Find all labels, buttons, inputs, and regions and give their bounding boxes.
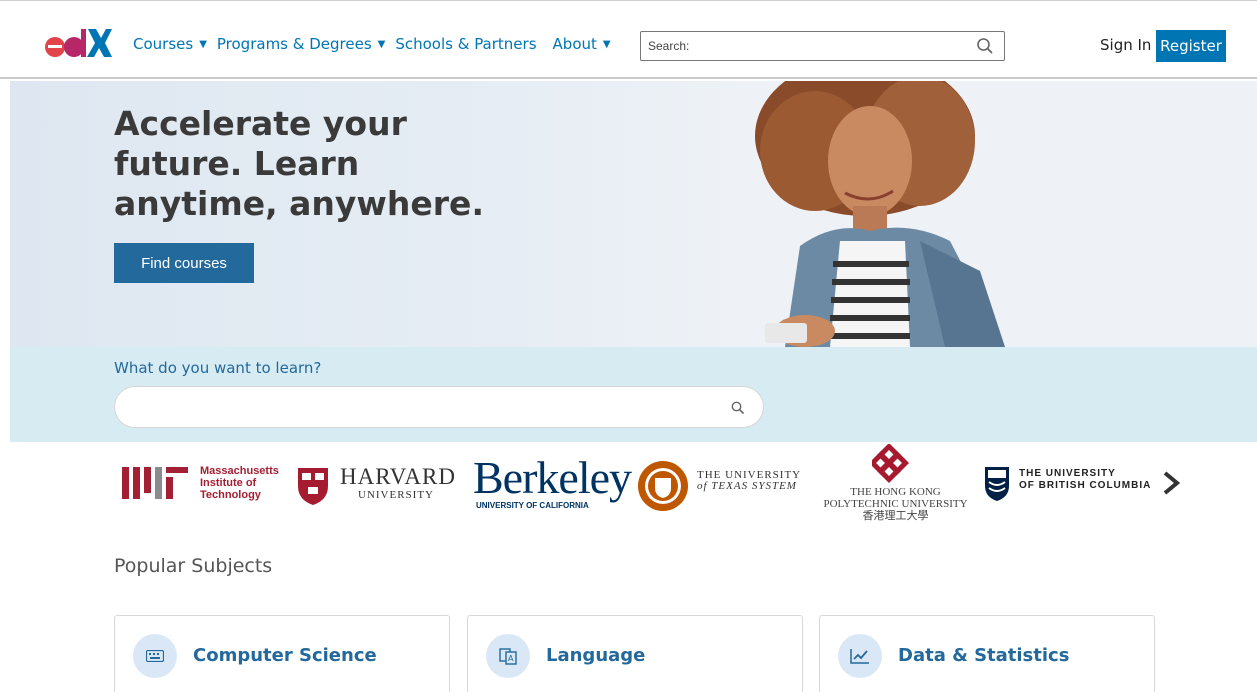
hero-banner: Accelerate your future. Learn anytime, a… <box>10 81 1257 347</box>
caret-down-icon: ▼ <box>199 38 207 50</box>
hero-photo <box>755 81 1005 347</box>
learn-search-field <box>114 386 764 428</box>
nav-schools-partners[interactable]: Schools & Partners <box>395 35 536 53</box>
harvard-shield-icon[interactable] <box>296 466 330 506</box>
svg-text:A: A <box>508 654 514 663</box>
nav-schools-label: Schools & Partners <box>395 35 537 53</box>
learn-search-label: What do you want to learn? <box>114 359 322 377</box>
translate-icon: A <box>486 634 530 678</box>
subject-card-language[interactable]: A Language <box>467 615 803 692</box>
ubc-shield-icon[interactable] <box>984 466 1010 502</box>
search-icon[interactable] <box>731 401 745 415</box>
subject-card-data-statistics[interactable]: Data & Statistics <box>819 615 1155 692</box>
mit-logo[interactable] <box>122 463 188 499</box>
header-search-input[interactable] <box>641 39 961 53</box>
learn-search-input[interactable] <box>135 387 715 425</box>
polyu-name: THE HONG KONG POLYTECHNIC UNIVERSITY 香港理… <box>808 486 983 522</box>
polyu-line-1: THE HONG KONG <box>850 486 941 498</box>
find-courses-button[interactable]: Find courses <box>114 243 254 283</box>
popular-subjects-heading: Popular Subjects <box>114 555 273 577</box>
ut-line-2: of TEXAS SYSTEM <box>697 480 797 492</box>
ubc-name: THE UNIVERSITY OF BRITISH COLUMBIA <box>1019 468 1151 492</box>
ut-system-seal-icon[interactable] <box>637 460 689 512</box>
subject-card-computer-science[interactable]: Computer Science <box>114 615 450 692</box>
berkeley-sub: UNIVERSITY OF CALIFORNIA <box>476 501 589 510</box>
subject-label: Computer Science <box>193 645 377 666</box>
subject-label: Data & Statistics <box>898 645 1070 666</box>
nav-about-label: About <box>552 35 597 53</box>
caret-down-icon: ▼ <box>602 38 611 50</box>
edx-logo[interactable] <box>44 26 112 62</box>
caret-down-icon: ▼ <box>377 38 386 50</box>
chevron-right-icon[interactable] <box>1162 471 1180 495</box>
nav-courses-label: Courses <box>133 35 194 53</box>
ubc-line-2: OF BRITISH COLUMBIA <box>1019 480 1152 491</box>
learn-search-section: What do you want to learn? <box>10 347 1257 442</box>
polyu-knot-icon[interactable] <box>872 444 914 486</box>
berkeley-name[interactable]: Berkeley <box>473 453 632 503</box>
search-icon[interactable] <box>976 37 994 55</box>
nav-programs-degrees[interactable]: Programs & Degrees ▼ <box>217 35 389 53</box>
line-chart-icon <box>838 634 882 678</box>
nav-programs-label: Programs & Degrees <box>216 35 372 53</box>
register-button[interactable]: Register <box>1156 30 1226 62</box>
hero-title: Accelerate your future. Learn anytime, a… <box>114 104 484 223</box>
ubc-line-1: THE UNIVERSITY <box>1019 468 1116 479</box>
ut-system-name: THE UNIVERSITY of TEXAS SYSTEM <box>697 470 801 492</box>
site-header: Courses ▼ Programs & Degrees ▼ Schools &… <box>0 0 1257 79</box>
harvard-name: HARVARD <box>340 464 456 489</box>
polyu-line-2: POLYTECHNIC UNIVERSITY <box>823 498 968 510</box>
polyu-line-3: 香港理工大學 <box>862 510 929 522</box>
keyboard-icon <box>133 634 177 678</box>
header-search <box>640 31 1005 61</box>
mit-name: Massachusetts Institute of Technology <box>200 465 279 501</box>
main-nav: Courses ▼ Programs & Degrees ▼ Schools &… <box>133 35 621 53</box>
harvard-sub: UNIVERSITY <box>358 489 434 501</box>
nav-about[interactable]: About ▼ <box>553 35 615 53</box>
nav-courses[interactable]: Courses ▼ <box>133 35 211 53</box>
subject-label: Language <box>546 645 646 666</box>
sign-in-link[interactable]: Sign In <box>1100 36 1151 54</box>
